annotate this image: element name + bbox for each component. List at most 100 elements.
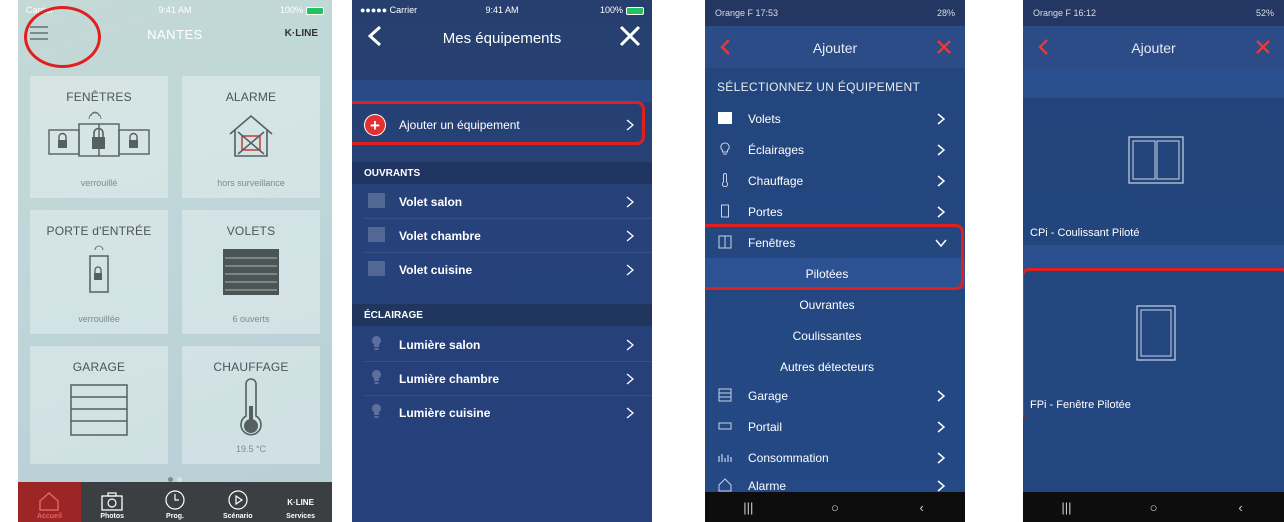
status-left: Orange F 17:53 (715, 8, 779, 18)
bulb-icon (720, 142, 730, 155)
nav-header: Ajouter (1023, 26, 1284, 68)
chevron-right-icon (937, 175, 945, 187)
page-title: Ajouter (1131, 40, 1176, 56)
header-band (1023, 68, 1284, 98)
thermometer-icon (721, 173, 729, 187)
equipment-portes[interactable]: Portes (705, 196, 965, 227)
status-time: 9:41 AM (485, 5, 519, 15)
tab-bar: Accueil Photos Prog. Scénario K·LINE Ser… (18, 482, 332, 522)
tab-prog[interactable]: Prog. (144, 482, 207, 522)
bulb-icon (372, 336, 381, 350)
header-band (352, 80, 652, 102)
card-label: CPi - Coulissant Piloté (1030, 227, 1140, 239)
equipment-eclairages[interactable]: Éclairages (705, 134, 965, 165)
home-icon[interactable]: ○ (815, 500, 855, 515)
tile-status: verrouillée (78, 314, 120, 324)
screen-add-equipment: Orange F 17:53 28% Ajouter SÉLECTIONNEZ … (705, 0, 965, 522)
section-header: OUVRANTS (352, 162, 652, 184)
recent-apps-icon[interactable]: ||| (1047, 500, 1087, 515)
gate-icon (718, 422, 732, 430)
tile-status: 19.5 °C (235, 444, 267, 454)
thermometer-icon (182, 378, 320, 440)
chevron-right-icon (626, 230, 634, 242)
list-item[interactable]: Volet cuisine (352, 252, 652, 286)
tile-front-door[interactable]: PORTE d'ENTRÉE verrouillée (30, 210, 168, 334)
highlight-box (1023, 268, 1284, 422)
tab-home[interactable]: Accueil (18, 482, 81, 522)
list-item[interactable]: Lumière chambre (352, 361, 652, 395)
list-item[interactable]: Volet chambre (352, 218, 652, 252)
tile-title: CHAUFFAGE (213, 360, 289, 374)
tile-title: FENÊTRES (66, 90, 132, 104)
home-icon[interactable]: ○ (1134, 500, 1174, 515)
list-item[interactable]: Lumière cuisine (352, 395, 652, 429)
tab-photos[interactable]: Photos (81, 482, 144, 522)
back-icon[interactable]: ‹ (902, 500, 942, 515)
close-icon[interactable] (618, 24, 642, 48)
tile-status: 6 ouverts (232, 314, 270, 324)
section-header: SÉLECTIONNEZ UN ÉQUIPEMENT (717, 80, 921, 94)
garage-icon (718, 388, 732, 402)
back-icon[interactable]: ‹ (1221, 500, 1261, 515)
play-icon (228, 490, 248, 510)
house-alarm-icon (182, 112, 320, 158)
garage-icon (30, 384, 168, 436)
highlight-box (705, 224, 964, 290)
chevron-right-icon (937, 144, 945, 156)
shutter-icon (368, 227, 385, 242)
chevron-right-icon (626, 373, 634, 385)
equipment-portail[interactable]: Portail (705, 411, 965, 442)
home-icon (39, 491, 60, 511)
tile-alarm[interactable]: ALARME hors surveillance (182, 76, 320, 198)
tile-title: PORTE d'ENTRÉE (46, 224, 152, 238)
equipment-chauffage[interactable]: Chauffage (705, 165, 965, 196)
tile-title: GARAGE (72, 360, 126, 374)
tile-title: VOLETS (226, 224, 276, 238)
equipment-volets[interactable]: Volets (705, 103, 965, 134)
recent-apps-icon[interactable]: ||| (728, 500, 768, 515)
shutter-icon (182, 248, 320, 296)
product-card-cpi[interactable]: CPi - Coulissant Piloté (1023, 98, 1284, 245)
tab-services[interactable]: K·LINE Services (269, 482, 332, 522)
windows-lock-icon (30, 108, 168, 158)
android-nav-bar: ||| ○ ‹ (705, 492, 965, 522)
chevron-right-icon (937, 421, 945, 433)
camera-icon (101, 492, 123, 511)
house-icon (718, 478, 732, 492)
door-icon (721, 204, 729, 218)
list-item[interactable]: Lumière salon (352, 327, 652, 361)
tab-scenario[interactable]: Scénario (206, 482, 269, 522)
status-bar: Orange F 16:12 52% (1023, 0, 1284, 26)
close-icon[interactable] (1254, 38, 1272, 56)
shutter-icon (368, 193, 385, 208)
chevron-right-icon (937, 113, 945, 125)
chevron-right-icon (937, 390, 945, 402)
tile-status: verrouillé (80, 178, 118, 188)
list-item[interactable]: Volet salon (352, 184, 652, 218)
page-title: Mes équipements (442, 30, 562, 47)
tile-status: hors surveillance (217, 178, 285, 188)
sub-item-coulissantes[interactable]: Coulissantes (705, 320, 965, 351)
status-bar: Orange F 17:53 28% (705, 0, 965, 26)
nav-header: Ajouter (705, 26, 965, 68)
tile-heating[interactable]: CHAUFFAGE 19.5 °C (182, 346, 320, 464)
chevron-right-icon (937, 452, 945, 464)
empty-area (1023, 417, 1284, 492)
sub-item-ouvrantes[interactable]: Ouvrantes (705, 289, 965, 320)
sub-item-autres-detecteurs[interactable]: Autres détecteurs (705, 351, 965, 382)
equipment-consommation[interactable]: Consommation (705, 442, 965, 473)
chevron-right-icon (626, 339, 634, 351)
bulb-icon (372, 370, 381, 384)
chevron-right-icon (937, 480, 945, 492)
equipment-garage[interactable]: Garage (705, 380, 965, 411)
bulb-icon (372, 404, 381, 418)
tile-shutters[interactable]: VOLETS 6 ouverts (182, 210, 320, 334)
chevron-right-icon (626, 196, 634, 208)
tile-garage[interactable]: GARAGE (30, 346, 168, 464)
door-lock-icon (30, 244, 168, 294)
close-icon[interactable] (935, 38, 953, 56)
tile-windows[interactable]: FENÊTRES verrouillé (30, 76, 168, 198)
page-title: Ajouter (812, 40, 858, 56)
chevron-right-icon (937, 206, 945, 218)
nav-header (352, 20, 652, 80)
